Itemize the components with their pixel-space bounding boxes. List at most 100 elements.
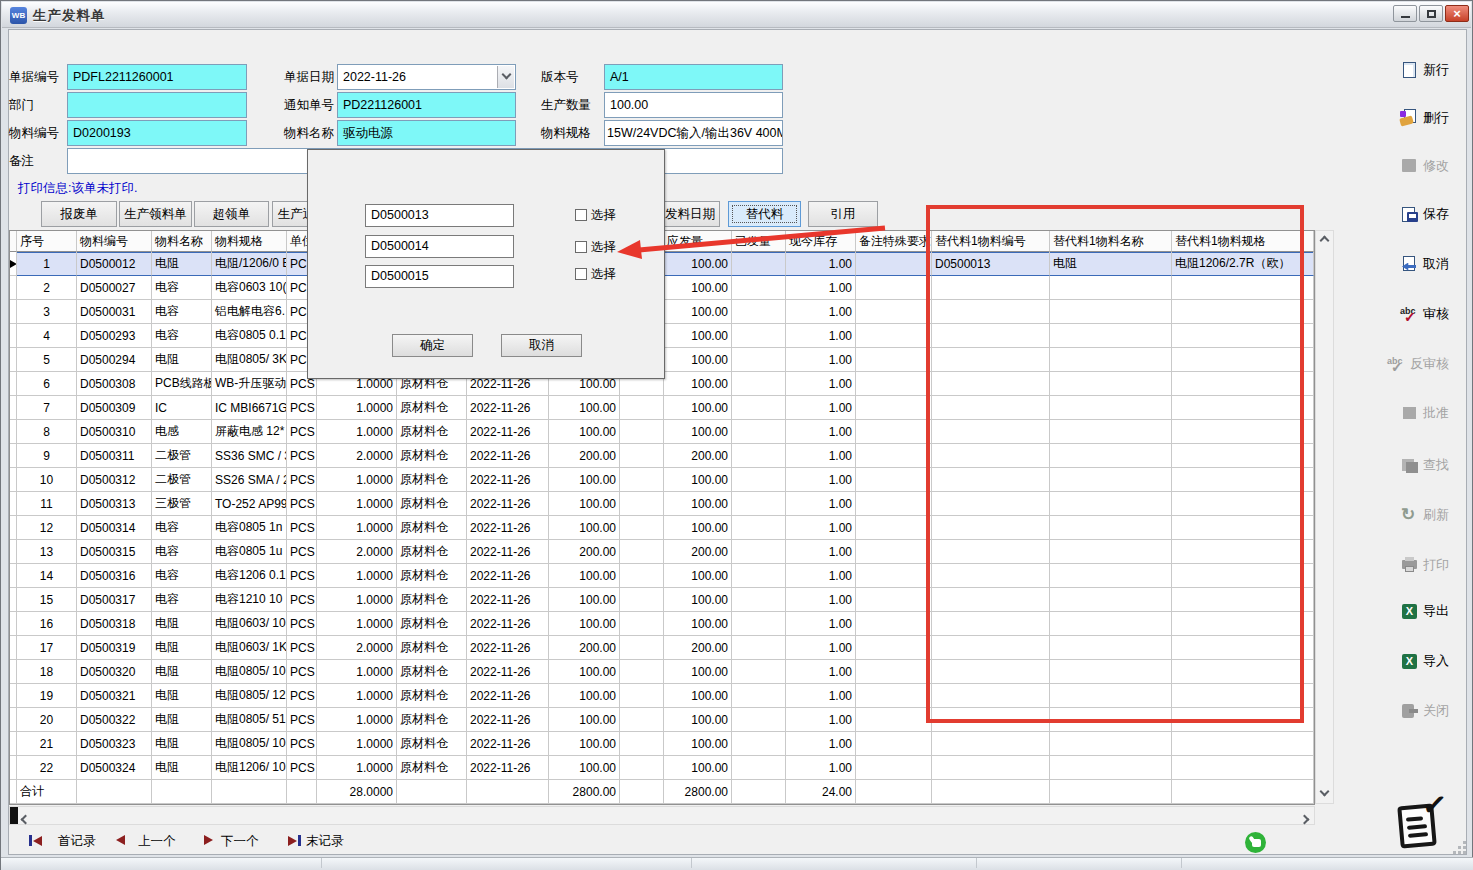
sidebar-button-label: 刷新: [1423, 506, 1449, 524]
toolbar-button-right-2[interactable]: 引用: [808, 201, 878, 227]
nav-last-label[interactable]: 末记录: [306, 833, 344, 849]
item-no-field[interactable]: D0200193: [67, 120, 247, 146]
cancel-icon: [1400, 255, 1419, 274]
dialog-checkbox-2[interactable]: [575, 268, 587, 280]
nav-last-icon[interactable]: [288, 835, 301, 846]
notice-no-label: 通知单号: [284, 95, 334, 115]
sidebar-button-import[interactable]: X导入: [1353, 648, 1449, 674]
toolbar-button-0[interactable]: 报废单: [41, 201, 117, 227]
item-spec-field[interactable]: 15W/24VDC输入/输出36V 400M: [604, 120, 783, 146]
app-icon: WB: [10, 7, 27, 24]
col-header-11[interactable]: 应发量: [664, 231, 732, 252]
toolbar-button-right-1[interactable]: 替代料: [728, 201, 801, 227]
nav-next-label[interactable]: 下一个: [221, 833, 259, 849]
taskbar-tick: [1181, 858, 1182, 868]
maximize-button[interactable]: [1419, 5, 1443, 22]
approve-icon: [1400, 404, 1419, 423]
close-button[interactable]: ×: [1445, 5, 1469, 22]
prod-qty-label: 生产数量: [541, 95, 591, 115]
dialog-checkbox-1[interactable]: [575, 241, 587, 253]
sidebar-button-refresh[interactable]: ↻刷新: [1353, 502, 1449, 528]
sidebar-button-approve[interactable]: 批准: [1353, 400, 1449, 426]
minimize-button[interactable]: [1393, 5, 1417, 22]
sidebar-button-new-row[interactable]: 新行: [1353, 57, 1449, 83]
dialog-input-0[interactable]: D0500013: [365, 204, 514, 227]
scroll-down-icon[interactable]: [1320, 787, 1330, 797]
sidebar-button-label: 反审核: [1410, 355, 1449, 373]
prod-qty-field[interactable]: 100.00: [604, 92, 783, 118]
dialog-input-2[interactable]: D0500015: [365, 265, 514, 288]
col-header-3[interactable]: 物料名称: [152, 231, 212, 252]
col-header-14[interactable]: 备注特殊要求: [856, 231, 932, 252]
sidebar-button-cancel[interactable]: 取消: [1353, 251, 1449, 277]
close-form-icon: [1400, 702, 1419, 721]
sidebar-button-label: 保存: [1423, 205, 1449, 223]
col-header-2[interactable]: 物料编号: [77, 231, 152, 252]
dialog-checkbox-label-1: 选择: [591, 240, 616, 254]
item-spec-label: 物料规格: [541, 123, 591, 143]
version-label: 版本号: [541, 67, 579, 87]
toolbar-button-1[interactable]: 生产领料单: [119, 201, 192, 227]
table-row[interactable]: 21D0500323电阻电阻0805/ 10PCS1.0000原材料仓2022-…: [10, 732, 1314, 756]
nav-first-label[interactable]: 首记录: [58, 833, 96, 849]
cancel-button[interactable]: 取消: [501, 334, 582, 357]
window-title: 生产发料单: [33, 7, 106, 25]
find-icon: [1400, 456, 1419, 475]
table-row[interactable]: 22D0500324电阻电阻1206/ 10PCS1.0000原材料仓2022-…: [10, 756, 1314, 780]
chevron-down-icon: [501, 70, 511, 80]
vertical-scrollbar[interactable]: [1315, 230, 1334, 804]
dept-field[interactable]: [67, 92, 247, 118]
nav-next-icon[interactable]: [204, 835, 213, 845]
taskbar-tick: [321, 858, 322, 868]
col-header-4[interactable]: 物料规格: [212, 231, 287, 252]
delete-row-icon: [1400, 109, 1419, 128]
sidebar-button-print[interactable]: 打印: [1353, 552, 1449, 578]
sidebar-button-find[interactable]: 查找: [1353, 452, 1449, 478]
col-header-13[interactable]: 现今库存: [786, 231, 856, 252]
scroll-up-icon[interactable]: [1320, 236, 1330, 246]
resize-grip[interactable]: [1453, 841, 1469, 857]
sidebar-button-edit[interactable]: 修改: [1353, 153, 1449, 179]
export-icon: X: [1400, 602, 1419, 621]
dialog-checkbox-label-0: 选择: [591, 208, 616, 222]
toolbar-button-2[interactable]: 超领单: [194, 201, 269, 227]
doc-date-dropdown-button[interactable]: [497, 66, 514, 88]
minimize-icon: [1401, 16, 1410, 18]
main-window: WB 生产发料单 × 单据编号 PDFL2211260001 部门 物料编号 D…: [0, 0, 1473, 870]
sidebar-button-save[interactable]: 保存: [1353, 201, 1449, 227]
dialog-checkbox-0[interactable]: [575, 209, 587, 221]
sidebar-button-label: 批准: [1423, 404, 1449, 422]
sidebar-button-label: 新行: [1423, 61, 1449, 79]
ok-button[interactable]: 确定: [392, 334, 473, 357]
doc-date-field[interactable]: 2022-11-26: [337, 64, 516, 90]
scroll-left-icon[interactable]: [21, 815, 31, 825]
horizontal-scrollbar[interactable]: [9, 806, 1315, 825]
col-header-0[interactable]: [10, 231, 17, 252]
sidebar-button-label: 导出: [1423, 602, 1449, 620]
sidebar-button-export[interactable]: X导出: [1353, 598, 1449, 624]
notice-no-field[interactable]: PD221126001: [337, 92, 516, 118]
doc-no-field[interactable]: PDFL2211260001: [67, 64, 247, 90]
sidebar-button-label: 修改: [1423, 157, 1449, 175]
save-icon: [1400, 205, 1419, 224]
version-field[interactable]: A/1: [604, 64, 783, 90]
item-name-field[interactable]: 驱动电源: [337, 120, 516, 146]
scroll-right-icon[interactable]: [1300, 815, 1310, 825]
dialog-input-1[interactable]: D0500014: [365, 235, 514, 258]
refresh-icon: ↻: [1400, 506, 1419, 525]
sidebar-button-audit[interactable]: abc✓审核: [1353, 301, 1449, 327]
audit-icon: abc✓: [1400, 305, 1419, 324]
sidebar-button-delete-row[interactable]: 删行: [1353, 105, 1449, 131]
new-row-icon: [1400, 61, 1419, 80]
item-name-label: 物料名称: [284, 123, 334, 143]
col-header-1[interactable]: 序号: [17, 231, 77, 252]
import-icon: X: [1400, 652, 1419, 671]
nav-prev-icon[interactable]: [116, 835, 125, 845]
sidebar-button-close-form[interactable]: 关闭: [1353, 698, 1449, 724]
nav-first-icon[interactable]: [29, 835, 42, 846]
print-info-text: 打印信息:该单未打印.: [18, 180, 137, 197]
col-header-12[interactable]: 已发量: [732, 231, 786, 252]
splitter-handle[interactable]: [10, 807, 18, 824]
sidebar-button-unaudit[interactable]: abc✓反审核: [1353, 351, 1449, 377]
nav-prev-label[interactable]: 上一个: [138, 833, 176, 849]
